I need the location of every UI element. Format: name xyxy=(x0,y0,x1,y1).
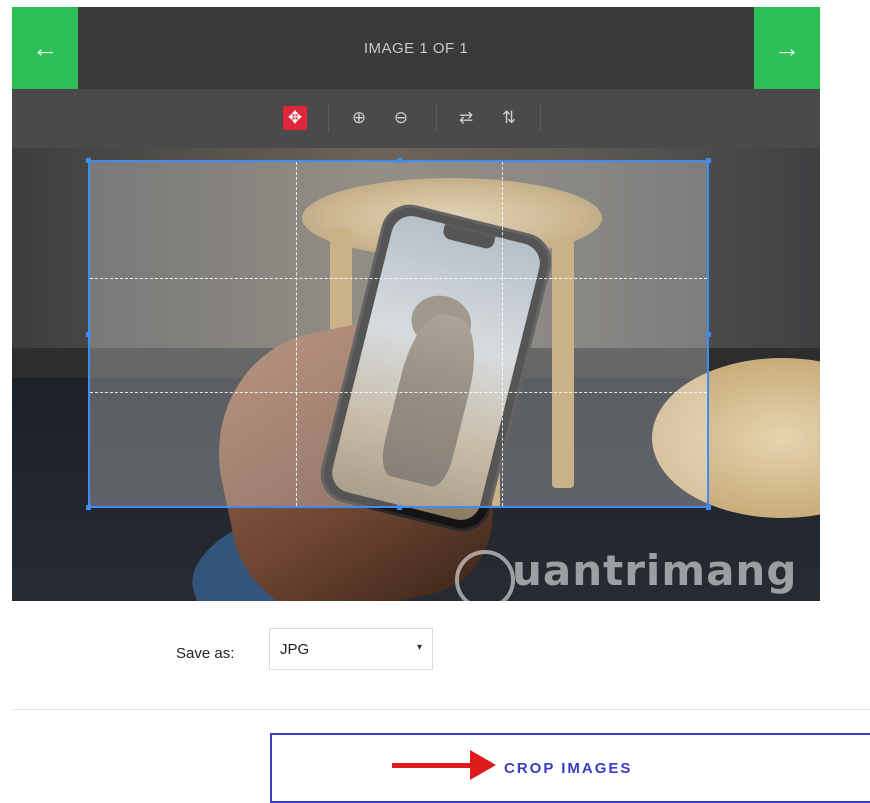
format-select[interactable]: JPG ▾ xyxy=(269,628,433,670)
edit-toolbar: ✥ ⊕ ⊖ ⇄ ⇅ xyxy=(12,89,820,148)
move-icon: ✥ xyxy=(287,108,303,127)
chevron-down-icon: ▾ xyxy=(416,642,422,653)
previous-image-button[interactable]: ← xyxy=(12,7,78,89)
arrow-right-icon: → xyxy=(774,32,800,63)
crop-grid-line xyxy=(90,392,707,393)
save-as-label: Save as: xyxy=(176,645,235,662)
annotation-arrow-head xyxy=(470,750,496,780)
crop-handle-top-left[interactable] xyxy=(86,158,91,163)
crop-handle-right[interactable] xyxy=(706,332,711,337)
crop-grid-line xyxy=(90,278,707,279)
crop-handle-bottom-right[interactable] xyxy=(706,505,711,510)
crop-images-button[interactable]: CROP IMAGES xyxy=(270,733,870,803)
crop-grid-line xyxy=(296,162,297,506)
watermark: uantrimang xyxy=(512,546,798,595)
format-select-value: JPG xyxy=(280,640,310,658)
toolbar-divider xyxy=(436,104,437,132)
next-image-button[interactable]: → xyxy=(754,7,820,89)
flip-horizontal-button[interactable]: ⇄ xyxy=(454,106,478,130)
toolbar-divider xyxy=(540,104,541,132)
image-header: ← IMAGE 1 OF 1 → xyxy=(12,7,820,89)
crop-handle-left[interactable] xyxy=(86,332,91,337)
crop-images-label: CROP IMAGES xyxy=(504,760,633,777)
flip-horizontal-icon: ⇄ xyxy=(458,108,474,127)
flip-vertical-icon: ⇅ xyxy=(501,108,517,127)
crop-handle-bottom[interactable] xyxy=(397,505,402,510)
zoom-in-button[interactable]: ⊕ xyxy=(347,106,371,130)
flip-vertical-button[interactable]: ⇅ xyxy=(497,106,521,130)
annotation-arrow xyxy=(392,763,474,768)
crop-handle-bottom-left[interactable] xyxy=(86,505,91,510)
zoom-out-icon: ⊖ xyxy=(393,108,409,127)
crop-handle-top[interactable] xyxy=(397,158,402,163)
move-tool-button[interactable]: ✥ xyxy=(283,106,307,130)
zoom-out-button[interactable]: ⊖ xyxy=(389,106,413,130)
watermark-logo-icon xyxy=(455,550,515,601)
crop-selection[interactable] xyxy=(86,158,711,510)
crop-handle-top-right[interactable] xyxy=(706,158,711,163)
arrow-left-icon: ← xyxy=(32,32,58,63)
image-counter: IMAGE 1 OF 1 xyxy=(363,39,469,57)
zoom-in-icon: ⊕ xyxy=(351,108,367,127)
section-divider xyxy=(12,709,870,710)
toolbar-divider xyxy=(328,104,329,132)
crop-grid-line xyxy=(502,162,503,506)
